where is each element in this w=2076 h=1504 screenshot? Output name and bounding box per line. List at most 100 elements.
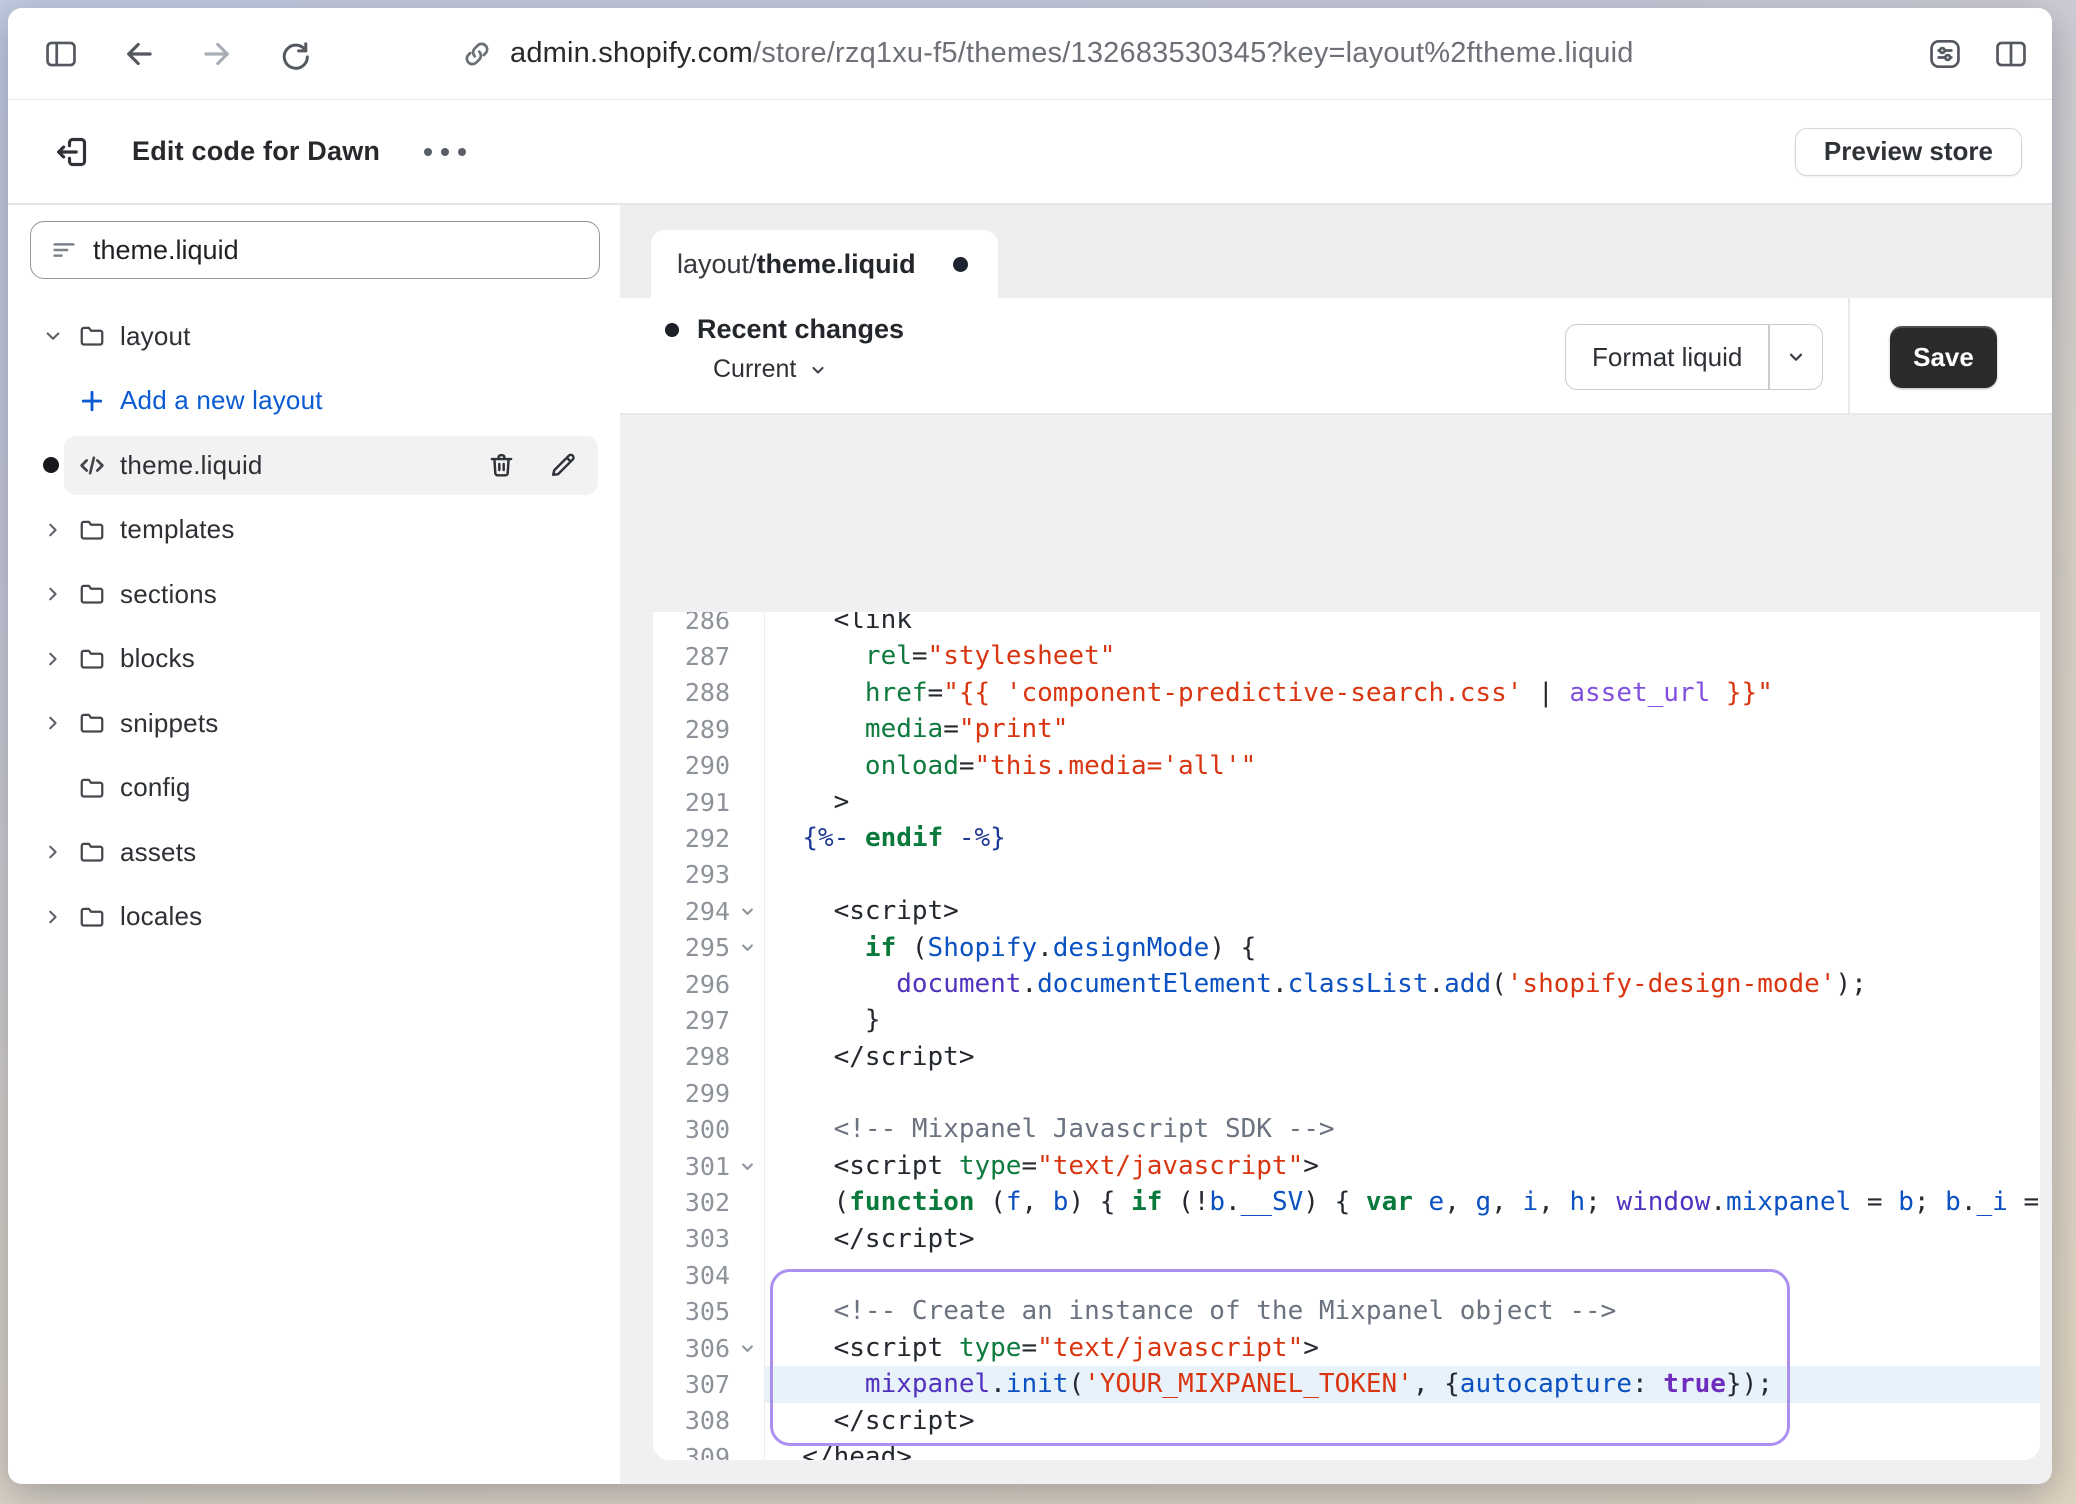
browser-sidebar-toggle-icon[interactable] <box>42 35 80 73</box>
code-line: 294 <script> <box>653 893 2040 929</box>
sidebar-item-add-a-new-layout[interactable]: Add a new layout <box>8 369 620 434</box>
sidebar-item-label: snippets <box>120 708 218 739</box>
sidebar-item-label: templates <box>120 514 235 545</box>
editor-panel: layout/theme.liquid Recent changes Curre… <box>620 205 2052 1484</box>
code-text[interactable]: <script type="text/javascript"> <box>765 1330 2040 1366</box>
sidebar-item-snippets[interactable]: snippets <box>8 691 620 756</box>
code-text[interactable]: <!-- Create an instance of the Mixpanel … <box>765 1293 2040 1329</box>
forward-icon[interactable] <box>198 35 236 73</box>
line-gutter: 296 <box>653 966 765 1002</box>
sidebar-item-blocks[interactable]: blocks <box>8 627 620 692</box>
version-selector-label: Current <box>713 355 796 384</box>
code-text[interactable]: > <box>765 784 2040 820</box>
reload-icon[interactable] <box>276 35 314 73</box>
code-icon <box>76 449 108 482</box>
line-number: 292 <box>653 824 730 853</box>
sidebar-item-layout[interactable]: layout <box>8 304 620 369</box>
version-selector[interactable]: Current <box>713 355 904 384</box>
tab-unsaved-dot <box>953 257 968 272</box>
line-gutter: 305 <box>653 1293 765 1329</box>
sidebar-item-assets[interactable]: assets <box>8 820 620 885</box>
exit-editor-icon[interactable] <box>52 132 92 172</box>
code-line: 290 onload="this.media='all'" <box>653 748 2040 784</box>
row-actions <box>486 450 578 481</box>
folder-icon <box>76 321 108 351</box>
code-line: 296 document.documentElement.classList.a… <box>653 966 2040 1002</box>
browser-tune-icon[interactable] <box>1926 35 1964 73</box>
code-text[interactable]: <script type="text/javascript"> <box>765 1148 2040 1184</box>
pencil-icon[interactable] <box>547 450 578 481</box>
code-text[interactable]: <!-- Mixpanel Javascript SDK --> <box>765 1111 2040 1147</box>
editor-toolbar: Recent changes Current Format liquid Sav… <box>620 298 2052 415</box>
format-liquid-dropdown[interactable] <box>1770 325 1822 389</box>
chevron-down-icon[interactable] <box>40 325 66 347</box>
fold-toggle-icon[interactable] <box>730 1339 764 1358</box>
trash-icon[interactable] <box>486 450 517 481</box>
code-text[interactable]: <script> <box>765 893 2040 929</box>
line-gutter: 292 <box>653 820 765 856</box>
back-icon[interactable] <box>120 35 158 73</box>
tab-layout-theme-liquid[interactable]: layout/theme.liquid <box>651 230 998 298</box>
line-number: 288 <box>653 678 730 707</box>
fold-toggle-icon[interactable] <box>730 938 764 957</box>
chevron-right-icon[interactable] <box>40 583 66 605</box>
line-gutter: 309 <box>653 1439 765 1460</box>
sidebar-item-locales[interactable]: locales <box>8 885 620 950</box>
code-text[interactable]: </script> <box>765 1039 2040 1075</box>
line-gutter: 308 <box>653 1403 765 1439</box>
code-text[interactable]: document.documentElement.classList.add('… <box>765 966 2040 1002</box>
code-text[interactable]: } <box>765 1002 2040 1038</box>
chevron-right-icon[interactable] <box>40 841 66 863</box>
chevron-right-icon[interactable] <box>40 648 66 670</box>
code-text[interactable] <box>765 1257 2040 1293</box>
sidebar-item-templates[interactable]: templates <box>8 498 620 563</box>
code-line: 309 </head> <box>653 1439 2040 1460</box>
more-actions-icon[interactable] <box>424 148 466 156</box>
code-text[interactable] <box>765 857 2040 893</box>
file-sidebar: layoutAdd a new layouttheme.liquid templa… <box>8 205 620 1484</box>
sidebar-item-theme-liquid[interactable]: theme.liquid <box>8 433 620 498</box>
unsaved-indicator-dot <box>43 457 59 473</box>
preview-store-button[interactable]: Preview store <box>1795 128 2022 176</box>
line-number: 304 <box>653 1261 730 1290</box>
code-text[interactable]: rel="stylesheet" <box>765 638 2040 674</box>
url-path: /store/rzq1xu-f5/themes/132683530345?key… <box>753 37 1634 69</box>
code-text[interactable]: if (Shopify.designMode) { <box>765 930 2040 966</box>
line-number: 286 <box>653 612 730 635</box>
code-text[interactable]: onload="this.media='all'" <box>765 748 2040 784</box>
save-button[interactable]: Save <box>1890 326 1997 388</box>
browser-split-view-icon[interactable] <box>1992 35 2030 73</box>
chevron-right-icon[interactable] <box>40 519 66 541</box>
code-text[interactable]: </head> <box>765 1439 2040 1460</box>
code-text-highlighted[interactable]: mixpanel.init('YOUR_MIXPANEL_TOKEN', {au… <box>765 1366 2040 1402</box>
code-editor: 286 <link287 rel="stylesheet"288 href="{… <box>653 612 2040 1460</box>
sidebar-item-sections[interactable]: sections <box>8 562 620 627</box>
file-filter-input[interactable] <box>93 235 581 266</box>
code-line: 299 <box>653 1075 2040 1111</box>
code-line: 305 <!-- Create an instance of the Mixpa… <box>653 1293 2040 1329</box>
format-liquid-button[interactable]: Format liquid <box>1565 324 1823 390</box>
url-domain: admin.shopify.com <box>510 37 753 69</box>
line-gutter: 304 <box>653 1257 765 1293</box>
code-text[interactable] <box>765 1075 2040 1111</box>
recent-changes-title: Recent changes <box>697 314 904 345</box>
chevron-right-icon[interactable] <box>40 906 66 928</box>
code-text[interactable]: <link <box>765 612 2040 638</box>
line-number: 300 <box>653 1115 730 1144</box>
link-icon <box>460 37 494 71</box>
chevron-right-icon[interactable] <box>40 712 66 734</box>
line-number: 293 <box>653 860 730 889</box>
code-text[interactable]: </script> <box>765 1403 2040 1439</box>
fold-toggle-icon[interactable] <box>730 902 764 921</box>
code-text[interactable]: </script> <box>765 1221 2040 1257</box>
sidebar-item-config[interactable]: config <box>8 756 620 821</box>
code-text[interactable]: media="print" <box>765 711 2040 747</box>
address-bar[interactable]: admin.shopify.com/store/rzq1xu-f5/themes… <box>460 8 1634 99</box>
code-text[interactable]: {%- endif -%} <box>765 820 2040 856</box>
code-text[interactable]: (function (f, b) { if (!b.__SV) { var e,… <box>765 1184 2040 1220</box>
folder-icon <box>76 644 108 674</box>
line-number: 298 <box>653 1042 730 1071</box>
code-text[interactable]: href="{{ 'component-predictive-search.cs… <box>765 675 2040 711</box>
line-gutter: 303 <box>653 1221 765 1257</box>
fold-toggle-icon[interactable] <box>730 1157 764 1176</box>
